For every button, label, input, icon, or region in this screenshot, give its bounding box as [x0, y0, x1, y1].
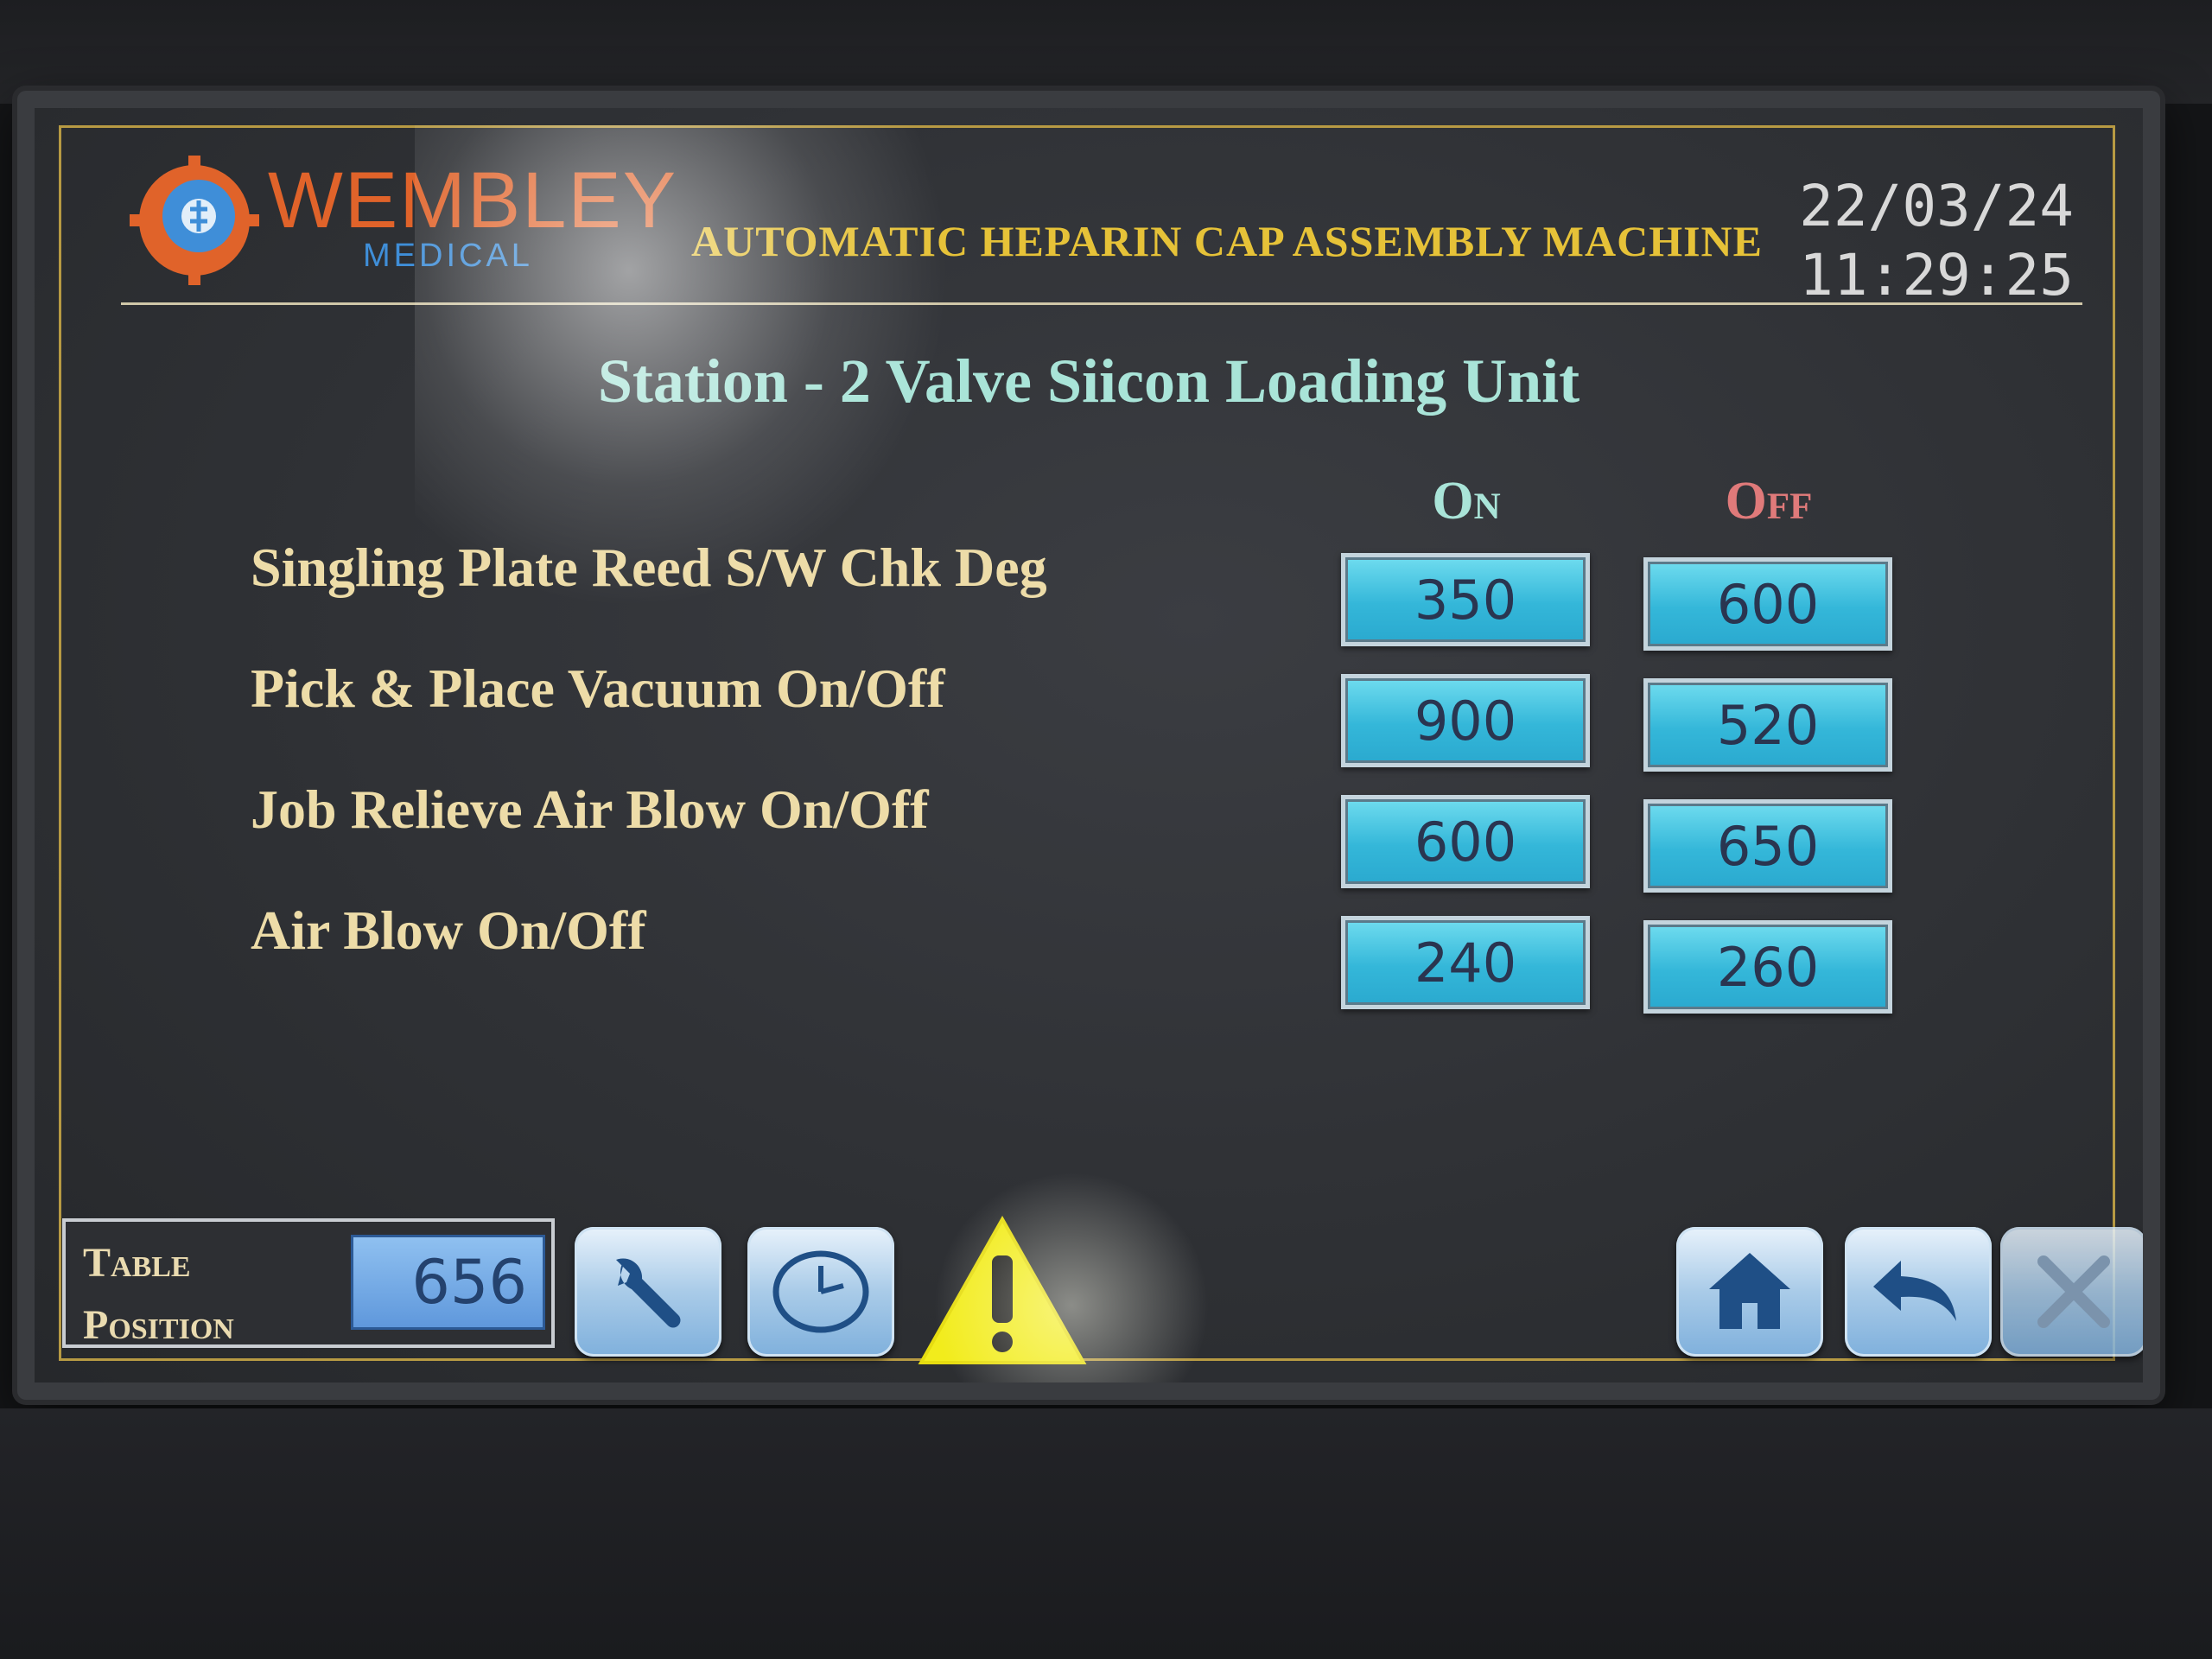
home-icon — [1709, 1253, 1790, 1329]
off-value-pick-place-vacuum[interactable]: 520 — [1643, 678, 1892, 772]
back-icon — [1873, 1261, 1956, 1321]
logo-text: WEMBLEY — [268, 156, 678, 245]
table-position-panel: Table Position 656 — [62, 1218, 555, 1348]
timer-button[interactable] — [747, 1227, 894, 1357]
home-button[interactable] — [1676, 1227, 1823, 1357]
hmi-screen: WEMBLEY MEDICAL AUTOMATIC HEPARIN CAP AS… — [35, 108, 2143, 1382]
close-icon — [2037, 1255, 2110, 1328]
off-value-job-relieve-air[interactable]: 650 — [1643, 799, 1892, 893]
clock-icon — [772, 1250, 869, 1333]
device-bezel-bottom — [0, 1408, 2212, 1659]
table-position-value: 656 — [351, 1235, 545, 1330]
table-position-label: Table Position — [83, 1232, 342, 1357]
row-label-pick-place-vacuum: Pick & Place Vacuum On/Off — [251, 658, 945, 719]
on-value-pick-place-vacuum[interactable]: 900 — [1341, 674, 1590, 767]
column-header-off: Off — [1725, 472, 1813, 531]
off-value-singling-plate[interactable]: 600 — [1643, 557, 1892, 651]
column-header-on: On — [1432, 472, 1501, 531]
on-value-singling-plate[interactable]: 350 — [1341, 553, 1590, 646]
on-value-job-relieve-air[interactable]: 600 — [1341, 795, 1590, 888]
device-bezel-top — [0, 0, 2212, 104]
row-label-singling-plate: Singling Plate Reed S/W Chk Deg — [251, 537, 1047, 598]
on-value-air-blow[interactable]: 240 — [1341, 916, 1590, 1009]
date-display: 22/03/24 — [1799, 173, 2074, 239]
header-divider — [121, 302, 2082, 305]
page-title: Station - 2 Valve Siicon Loading Unit — [597, 346, 1580, 416]
row-label-air-blow: Air Blow On/Off — [251, 899, 646, 961]
wrench-icon — [616, 1258, 681, 1328]
off-value-air-blow[interactable]: 260 — [1643, 920, 1892, 1014]
warning-icon[interactable] — [916, 1214, 1089, 1370]
machine-title: AUTOMATIC HEPARIN CAP ASSEMBLY MACHINE — [691, 217, 1764, 265]
wembley-logo-icon — [130, 156, 259, 285]
settings-button[interactable] — [575, 1227, 721, 1357]
close-button[interactable] — [2000, 1227, 2143, 1357]
table-label-line-1: Table — [83, 1240, 191, 1286]
time-display: 11:29:25 — [1799, 242, 2074, 308]
back-button[interactable] — [1845, 1227, 1992, 1357]
logo-subtext: MEDICAL — [363, 238, 533, 274]
row-label-job-relieve-air: Job Relieve Air Blow On/Off — [251, 779, 929, 840]
table-label-line-2: Position — [83, 1302, 234, 1348]
